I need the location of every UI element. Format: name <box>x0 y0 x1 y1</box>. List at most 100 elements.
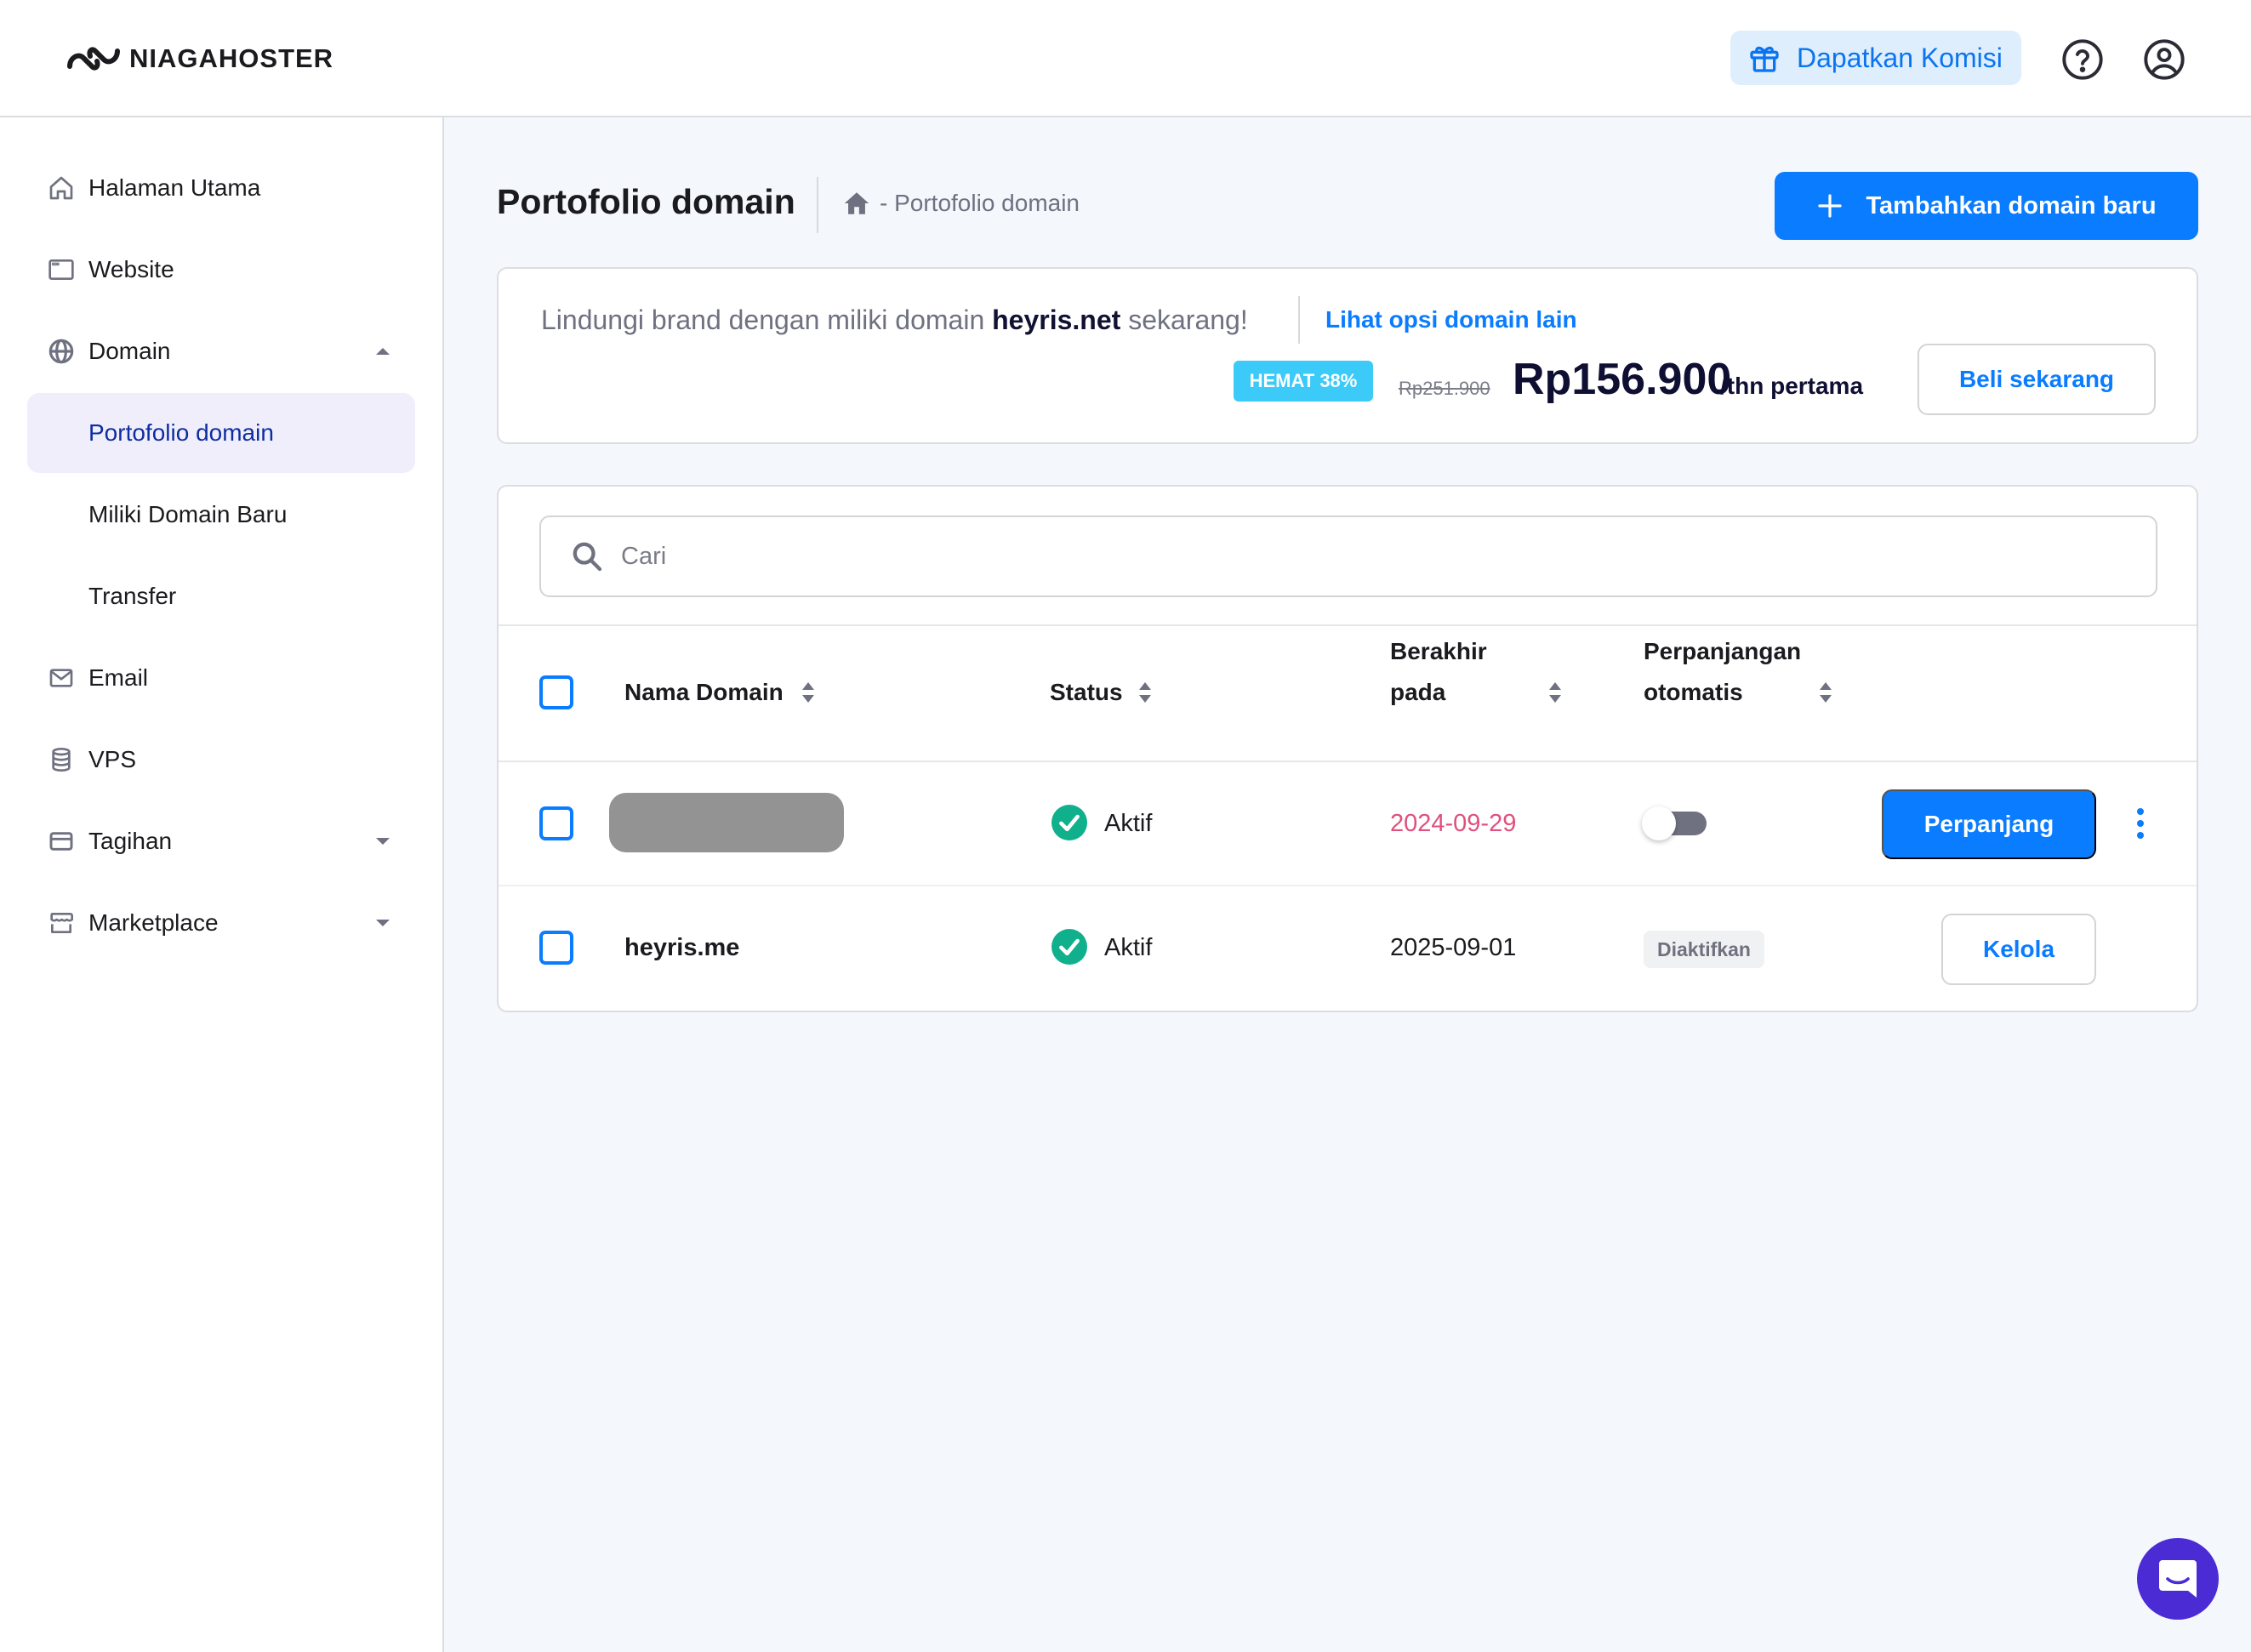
home-icon <box>48 174 75 202</box>
sidebar-item-label: Website <box>88 256 174 282</box>
column-header-expires-line2: pada <box>1390 679 1446 705</box>
original-price: Rp251.900 <box>1399 378 1490 399</box>
get-commission-button[interactable]: Dapatkan Komisi <box>1730 31 2021 85</box>
sidebar-item-label: Transfer <box>88 583 177 609</box>
check-circle-icon <box>1051 805 1087 840</box>
globe-icon <box>48 338 75 365</box>
column-header-domain-name[interactable]: Nama Domain <box>624 672 784 713</box>
sidebar-item-label: Portofolio domain <box>88 419 274 446</box>
breadcrumb: - Portofolio domain <box>842 189 1080 218</box>
renew-button[interactable]: Perpanjang <box>1882 789 2096 859</box>
plus-icon <box>1818 194 1843 218</box>
status-label: Aktif <box>1104 810 1153 837</box>
sidebar-item-label: Marketplace <box>88 909 219 936</box>
check-circle-icon <box>1051 929 1087 965</box>
sidebar-item-marketplace[interactable]: Marketplace <box>27 883 415 963</box>
sort-icon[interactable] <box>1138 682 1152 703</box>
breadcrumb-current: - Portofolio domain <box>880 190 1080 216</box>
sort-icon[interactable] <box>1819 682 1832 703</box>
toggle-knob <box>1642 806 1676 840</box>
promo-text-before: Lindungi brand dengan miliki domain <box>541 305 993 335</box>
home-icon[interactable] <box>842 189 871 218</box>
redacted-domain-name <box>609 793 844 852</box>
row-checkbox[interactable] <box>539 931 573 965</box>
more-options-icon[interactable] <box>2132 808 2149 839</box>
sidebar-item-label: Halaman Utama <box>88 174 261 201</box>
mail-icon <box>48 664 75 692</box>
sidebar-item-home[interactable]: Halaman Utama <box>27 148 415 228</box>
buy-now-button[interactable]: Beli sekarang <box>1918 344 2156 415</box>
promo-text-after: sekarang! <box>1120 305 1248 335</box>
chevron-down-icon <box>376 838 390 845</box>
sidebar-item-email[interactable]: Email <box>27 638 415 718</box>
discounted-price: Rp156.900 <box>1513 355 1732 404</box>
sidebar-item-label: Tagihan <box>88 828 173 854</box>
auto-renew-toggle[interactable] <box>1642 806 1710 840</box>
column-header-auto-renew[interactable]: Perpanjangan otomatis <box>1644 631 1801 713</box>
chat-bubble-icon <box>2159 1560 2197 1598</box>
sidebar-item-website[interactable]: Website <box>27 230 415 310</box>
add-new-domain-button[interactable]: Tambahkan domain baru <box>1775 172 2198 240</box>
question-circle-icon <box>2062 39 2103 80</box>
chevron-up-icon <box>376 348 390 355</box>
niagahoster-logo[interactable]: NIAGAHOSTER <box>66 41 333 77</box>
browser-window-icon <box>48 256 75 283</box>
column-header-status[interactable]: Status <box>1050 672 1123 713</box>
domain-table-card: Nama Domain Status Berakhir pada Perpanj… <box>497 485 2198 1012</box>
sort-icon[interactable] <box>1548 682 1562 703</box>
price-period: /thn pertama <box>1720 373 1864 399</box>
manage-button[interactable]: Kelola <box>1941 914 2096 985</box>
user-circle-icon <box>2144 39 2185 80</box>
column-header-auto-renew-line1: Perpanjangan <box>1644 638 1802 664</box>
sort-icon[interactable] <box>801 682 815 703</box>
page-title: Portofolio domain <box>497 182 795 221</box>
live-chat-button[interactable] <box>2137 1538 2219 1620</box>
sidebar: Halaman Utama Website Domain Portofolio … <box>0 117 444 1652</box>
auto-renew-status-badge: Diaktifkan <box>1644 931 1764 968</box>
sidebar-item-vps[interactable]: VPS <box>27 720 415 800</box>
divider <box>499 885 2197 886</box>
chevron-down-icon <box>376 920 390 926</box>
sidebar-item-portfolio-domain[interactable]: Portofolio domain <box>27 393 415 473</box>
sidebar-item-billing[interactable]: Tagihan <box>27 801 415 881</box>
gift-icon <box>1750 46 1779 72</box>
account-button[interactable] <box>2142 37 2186 82</box>
divider <box>499 760 2197 762</box>
help-button[interactable] <box>2060 37 2105 82</box>
promo-message: Lindungi brand dengan miliki domain heyr… <box>541 305 1248 336</box>
sidebar-item-new-domain[interactable]: Miliki Domain Baru <box>27 475 415 555</box>
divider <box>499 624 2197 626</box>
database-icon <box>48 746 75 773</box>
select-all-checkbox[interactable] <box>539 675 573 709</box>
column-header-auto-renew-line2: otomatis <box>1644 679 1743 705</box>
search-input[interactable] <box>621 534 2135 578</box>
search-field[interactable] <box>539 516 2157 597</box>
promo-divider <box>1298 296 1300 344</box>
sidebar-item-domain[interactable]: Domain <box>27 311 415 391</box>
sidebar-item-label: Email <box>88 664 149 691</box>
title-divider <box>817 177 818 233</box>
row-checkbox[interactable] <box>539 806 573 840</box>
column-header-expires[interactable]: Berakhir pada <box>1390 631 1487 713</box>
discount-badge: HEMAT 38% <box>1234 361 1373 402</box>
top-header: NIAGAHOSTER Dapatkan Komisi <box>0 0 2251 117</box>
promo-domain: heyris.net <box>992 305 1121 335</box>
domain-name[interactable]: heyris.me <box>624 934 739 962</box>
sidebar-item-label: VPS <box>88 746 137 772</box>
sidebar-item-label: Miliki Domain Baru <box>88 501 288 527</box>
brand-name: NIAGAHOSTER <box>129 43 334 73</box>
sidebar-item-transfer[interactable]: Transfer <box>27 556 415 636</box>
domain-promo-card: Lindungi brand dengan miliki domain heyr… <box>497 267 2198 444</box>
other-domain-options-link[interactable]: Lihat opsi domain lain <box>1325 306 1577 333</box>
store-icon <box>48 909 75 937</box>
credit-card-icon <box>48 828 75 855</box>
expiry-date: 2024-09-29 <box>1390 810 1517 837</box>
add-new-domain-label: Tambahkan domain baru <box>1866 191 2157 219</box>
column-header-expires-line1: Berakhir <box>1390 638 1487 664</box>
niagahoster-logo-icon <box>67 47 120 71</box>
expiry-date: 2025-09-01 <box>1390 934 1517 961</box>
get-commission-label: Dapatkan Komisi <box>1797 42 2003 73</box>
status-label: Aktif <box>1104 934 1153 961</box>
search-icon <box>573 542 602 572</box>
sidebar-item-label: Domain <box>88 338 171 364</box>
